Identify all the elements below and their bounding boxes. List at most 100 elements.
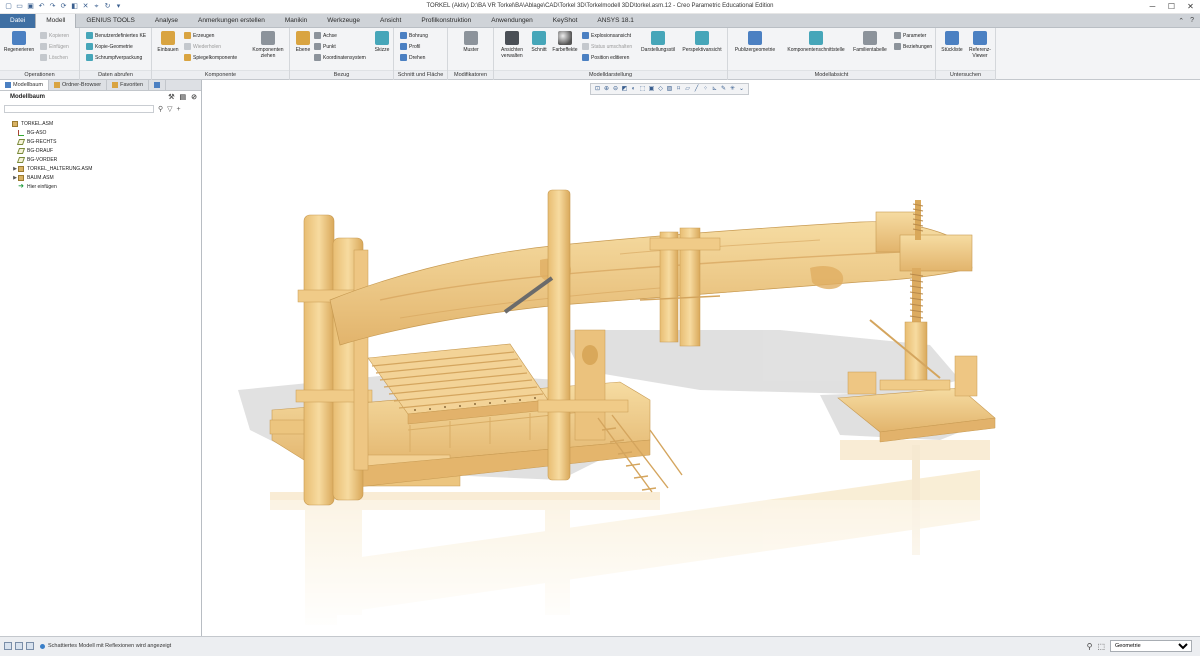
appearance-ball-icon bbox=[558, 31, 572, 45]
group-label-schnitt[interactable]: Schnitt und Fläche bbox=[394, 70, 447, 79]
pattern-button[interactable]: Muster bbox=[458, 31, 484, 53]
tab-datei[interactable]: Datei bbox=[0, 14, 36, 28]
filter-icon[interactable]: ▽ bbox=[167, 105, 172, 113]
minimize-ribbon-icon[interactable]: ⌃ bbox=[1178, 17, 1184, 25]
copy-button[interactable]: Kopieren bbox=[40, 31, 69, 40]
shrinkwrap-button[interactable]: Schrumpfverpackung bbox=[86, 53, 142, 62]
appearance-button[interactable]: Farbeffekte bbox=[551, 31, 579, 53]
manage-views-button[interactable]: Ansichten verwalten bbox=[497, 31, 527, 59]
tree-settings-icon[interactable]: ⚒ bbox=[168, 93, 174, 101]
toggle-status-icon bbox=[582, 43, 589, 50]
group-label-modelldarstellung[interactable]: Modelldarstellung bbox=[494, 70, 727, 79]
tab-modell[interactable]: Modell bbox=[35, 14, 77, 28]
show-browser-icon[interactable] bbox=[15, 642, 23, 650]
point-button[interactable]: Punkt bbox=[314, 42, 336, 51]
tree-item[interactable]: ▶ BAUM.ASM bbox=[0, 173, 201, 182]
torkel-3d-model bbox=[203, 189, 1200, 636]
find-icon[interactable]: ⚲ bbox=[1087, 642, 1093, 651]
tab-anwendungen[interactable]: Anwendungen bbox=[481, 14, 543, 28]
group-label-bezug[interactable]: Bezug bbox=[290, 70, 393, 79]
plane-button[interactable]: Ebene bbox=[293, 31, 313, 53]
tab-favorites[interactable]: Favoriten bbox=[107, 80, 150, 90]
tree-filter-icon[interactable]: ⊘ bbox=[191, 93, 197, 101]
tree-item[interactable]: TORKEL.ASM bbox=[0, 119, 201, 128]
tree-item[interactable]: BG-RECHTS bbox=[0, 137, 201, 146]
group-label-modifikatoren[interactable]: Modifikatoren bbox=[448, 70, 493, 79]
hole-button[interactable]: Bohrung bbox=[400, 31, 428, 40]
copy-geometry-button[interactable]: Kopie-Geometrie bbox=[86, 42, 133, 51]
perspective-view-button[interactable]: Perspektivansicht bbox=[680, 31, 724, 53]
tree-item[interactable]: BG-VORDER bbox=[0, 155, 201, 164]
tree-columns-icon[interactable]: ▤ bbox=[180, 93, 187, 101]
publish-geometry-button[interactable]: Publizergeometrie bbox=[732, 31, 778, 53]
extrude-button[interactable]: Profil bbox=[400, 42, 420, 51]
tab-manikin[interactable]: Manikin bbox=[275, 14, 317, 28]
axis-button[interactable]: Achse bbox=[314, 31, 337, 40]
create-button[interactable]: Erzeugen bbox=[184, 31, 214, 40]
assemble-button[interactable]: Einbauen bbox=[156, 31, 180, 53]
parameters-button[interactable]: Parameter bbox=[894, 31, 926, 40]
component-interface-button[interactable]: Komponentenschnittstelle bbox=[782, 31, 850, 53]
minimize-icon[interactable]: ─ bbox=[1147, 1, 1158, 12]
add-icon[interactable]: + bbox=[177, 106, 181, 113]
relations-button[interactable]: Beziehungen bbox=[894, 42, 932, 51]
group-label-komponente[interactable]: Komponente bbox=[152, 70, 289, 79]
regenerate-button[interactable]: Regenerieren bbox=[4, 31, 34, 53]
tree-item[interactable]: BG-ASO bbox=[0, 128, 201, 137]
close-icon[interactable]: ✕ bbox=[1185, 1, 1196, 12]
display-style-button[interactable]: Darstellungsstil bbox=[640, 31, 676, 53]
fullscreen-icon[interactable] bbox=[26, 642, 34, 650]
tree-item[interactable]: ▶ TORKEL_HALTERUNG.ASM bbox=[0, 164, 201, 173]
maximize-icon[interactable]: ☐ bbox=[1166, 1, 1177, 12]
toggle-status-button[interactable]: Status umschalten bbox=[582, 42, 632, 51]
tab-keyshot[interactable]: KeyShot bbox=[543, 14, 588, 28]
create-icon bbox=[184, 32, 191, 39]
tab-model-tree[interactable]: Modellbaum bbox=[0, 80, 49, 90]
tab-analyse[interactable]: Analyse bbox=[145, 14, 188, 28]
drag-components-button[interactable]: Komponenten ziehen bbox=[250, 31, 286, 59]
sketch-button[interactable]: Skizze bbox=[372, 31, 392, 53]
group-label-operationen[interactable]: Operationen bbox=[0, 70, 79, 79]
edit-position-button[interactable]: Position editieren bbox=[582, 53, 629, 62]
coordinate-system-button[interactable]: Koordinatensystem bbox=[314, 53, 366, 62]
tree-search-input[interactable] bbox=[4, 105, 154, 113]
tab-extra[interactable] bbox=[149, 80, 167, 90]
binoculars-icon[interactable]: ⚲ bbox=[158, 105, 163, 113]
tab-anmerkungen[interactable]: Anmerkungen erstellen bbox=[188, 14, 275, 28]
group-label-modellabsicht[interactable]: Modellabsicht bbox=[728, 70, 935, 79]
group-label-untersuchen[interactable]: Untersuchen bbox=[936, 70, 995, 79]
selection-filter[interactable]: Geometrie bbox=[1110, 640, 1192, 652]
section-button[interactable]: Schnitt bbox=[529, 31, 549, 53]
repeat-icon bbox=[184, 43, 191, 50]
show-navigator-icon[interactable] bbox=[4, 642, 12, 650]
tree-item[interactable]: BG-DRAUF bbox=[0, 146, 201, 155]
graphics-window[interactable]: ⊡ ⊕ ⊖ ◩ ◐ ⬚ ▣ ◇ ▨ ⌑ ▱ ╱ ⁘ ⊾ ✎ ✳ ⌄ bbox=[203, 80, 1200, 636]
bom-icon bbox=[945, 31, 959, 45]
mirror-component-button[interactable]: Spiegelkomponente bbox=[184, 53, 237, 62]
hand-icon bbox=[261, 31, 275, 45]
help-icon[interactable]: ? bbox=[1190, 17, 1194, 25]
select-mode-icon[interactable]: ⬚ bbox=[1097, 642, 1105, 651]
reference-viewer-button[interactable]: Referenz-Viewer bbox=[966, 31, 994, 59]
explode-icon bbox=[582, 32, 589, 39]
repeat-button[interactable]: Wiederholen bbox=[184, 42, 221, 51]
tab-folder-browser[interactable]: Ordner-Browser bbox=[49, 80, 108, 90]
bom-button[interactable]: Stückliste bbox=[940, 31, 964, 53]
insert-icon: ➜ bbox=[18, 182, 24, 190]
family-table-button[interactable]: Familientabelle bbox=[850, 31, 890, 53]
group-modifikatoren: Muster Modifikatoren bbox=[448, 28, 494, 80]
tab-profilkonstruktion[interactable]: Profilkonstruktion bbox=[411, 14, 481, 28]
group-label-daten[interactable]: Daten abrufen bbox=[80, 70, 151, 79]
revolve-button[interactable]: Drehen bbox=[400, 53, 425, 62]
tab-ansicht[interactable]: Ansicht bbox=[370, 14, 411, 28]
delete-button[interactable]: Löschen bbox=[40, 53, 68, 62]
tab-werkzeuge[interactable]: Werkzeuge bbox=[317, 14, 370, 28]
paste-button[interactable]: Einfügen bbox=[40, 42, 69, 51]
exploded-view-button[interactable]: Explosionsansicht bbox=[582, 31, 631, 40]
user-defined-feature-button[interactable]: Benutzerdefiniertes KE bbox=[86, 31, 146, 40]
group-daten-abrufen: Benutzerdefiniertes KE Kopie-Geometrie S… bbox=[80, 28, 152, 80]
tab-ansys[interactable]: ANSYS 18.1 bbox=[587, 14, 644, 28]
tree-item[interactable]: ➜ Hier einfügen bbox=[0, 182, 201, 191]
axis-icon bbox=[314, 32, 321, 39]
tab-genius-tools[interactable]: GENIUS TOOLS bbox=[76, 14, 145, 28]
